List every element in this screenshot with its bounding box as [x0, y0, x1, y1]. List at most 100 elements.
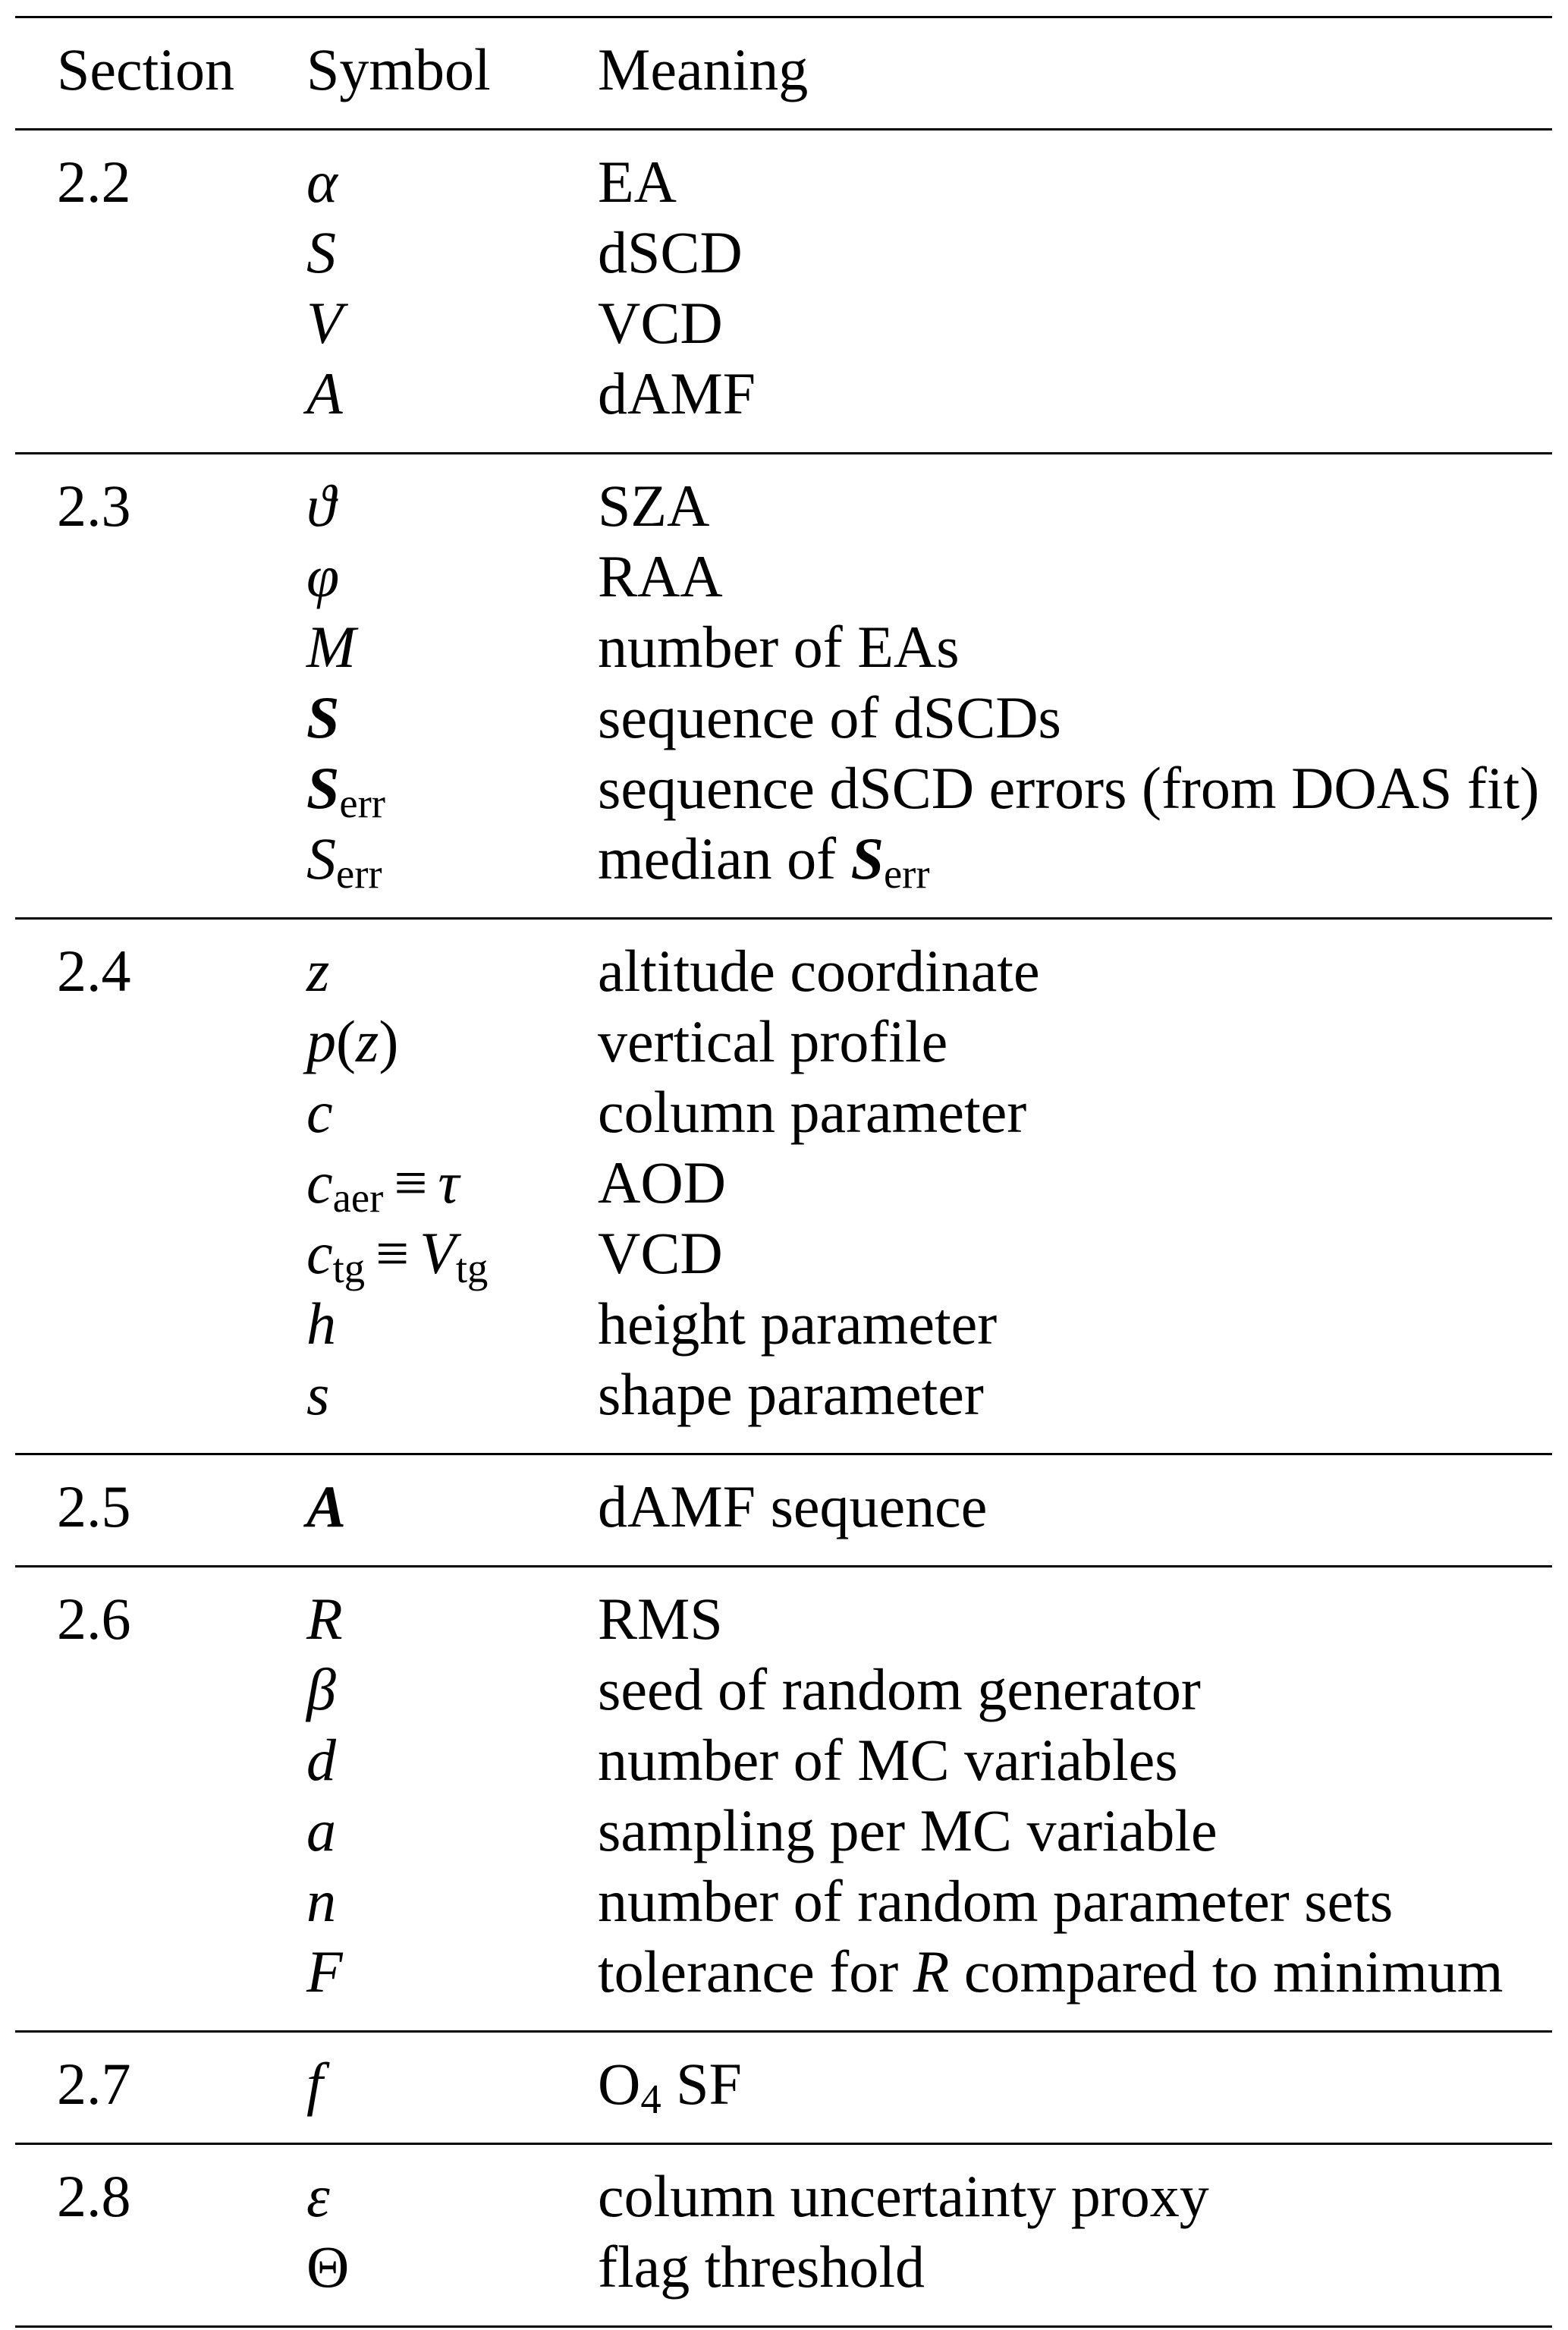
- meaning-cell: AOD: [598, 1147, 726, 1218]
- symbol-cell: z: [306, 935, 329, 1006]
- text-run: S: [306, 825, 336, 891]
- section-number: 2.5: [57, 1473, 131, 1539]
- text-run: Θ: [306, 2234, 350, 2300]
- meaning-cell: sampling per MC variable: [598, 1795, 1218, 1866]
- table-row: c column parameter: [15, 1077, 1552, 1147]
- meaning-cell: tolerance for R compared to minimum: [598, 1936, 1503, 2007]
- text-run: α: [306, 149, 338, 215]
- text-run: n: [306, 1868, 336, 1934]
- section-group-2-2: 2.2 α EA SdSCD V VCD AdAMF: [15, 130, 1552, 452]
- notation-table: Section Symbol Meaning 2.2 α EA SdSCD V VCD Ad…: [15, 16, 1552, 2328]
- section-number: 2.6: [57, 1586, 131, 1652]
- table-row: n number of random parameter sets: [15, 1866, 1552, 1936]
- meaning-cell: column parameter: [598, 1077, 1026, 1147]
- text-run: shape parameter: [598, 1361, 984, 1427]
- table-row: caer ≡ τ AOD: [15, 1147, 1552, 1218]
- subscript: tg: [455, 1245, 489, 1291]
- symbol-cell: β: [306, 1654, 336, 1725]
- symbol-cell: c: [306, 1077, 333, 1147]
- text-run: β: [306, 1656, 336, 1722]
- meaning-cell: sequence of dSCDs: [598, 682, 1061, 753]
- table-row: 2.7 f O4 SF: [15, 2049, 1552, 2122]
- text-run: A: [306, 360, 343, 426]
- symbol-cell: V: [306, 288, 343, 358]
- text-run: F: [306, 1939, 343, 2005]
- section-group-2-5: 2.5 AdAMF sequence: [15, 1455, 1552, 1565]
- text-run: S: [306, 755, 340, 821]
- header-symbol: Symbol: [306, 36, 491, 102]
- text-run: compared to minimum: [949, 1939, 1504, 2005]
- meaning-cell: number of random parameter sets: [598, 1866, 1393, 1936]
- section-number: 2.8: [57, 2163, 131, 2229]
- subscript: err: [336, 851, 382, 897]
- symbol-cell: ε: [306, 2161, 330, 2231]
- text-run: S: [306, 219, 336, 285]
- meaning-cell: number of EAs: [598, 612, 960, 682]
- header-row: Section Symbol Meaning: [15, 34, 1552, 105]
- symbol-cell: d: [306, 1725, 336, 1795]
- symbol-cell: h: [306, 1288, 336, 1359]
- text-run: ϑ: [306, 473, 336, 539]
- meaning-cell: O4 SF: [598, 2049, 742, 2122]
- text-run: a: [306, 1797, 336, 1863]
- text-run: R: [913, 1939, 950, 2005]
- symbol-cell: ctg ≡ Vtg: [306, 1218, 489, 1291]
- table-row: s shape parameter: [15, 1359, 1552, 1429]
- text-run: altitude coordinate: [598, 938, 1040, 1004]
- text-run: c: [306, 1079, 333, 1145]
- text-run: f: [306, 2051, 323, 2117]
- table-row: ctg ≡ Vtg VCD: [15, 1218, 1552, 1291]
- text-run: AOD: [598, 1149, 726, 1215]
- section-group-2-7: 2.7 f O4 SF: [15, 2033, 1552, 2143]
- meaning-cell: RMS: [598, 1583, 723, 1654]
- table-header: Section Symbol Meaning: [15, 18, 1552, 128]
- meaning-cell: column uncertainty proxy: [598, 2161, 1209, 2231]
- text-run: dSCD: [598, 219, 743, 285]
- section-group-2-6: 2.6 R RMS β seed of random generator d number …: [15, 1567, 1552, 2030]
- text-run: V: [419, 1220, 456, 1286]
- table-row: β seed of random generator: [15, 1654, 1552, 1725]
- table-row: a sampling per MC variable: [15, 1795, 1552, 1866]
- meaning-cell: sequence dSCD errors (from DOAS fit): [598, 753, 1539, 823]
- meaning-cell: shape parameter: [598, 1359, 984, 1429]
- text-run: c: [306, 1149, 333, 1215]
- text-run: dAMF: [598, 360, 756, 426]
- text-run: sampling per MC variable: [598, 1797, 1218, 1863]
- text-run: column parameter: [598, 1079, 1027, 1145]
- table-row: SdSCD: [15, 217, 1552, 288]
- section-number: 2.7: [57, 2051, 131, 2117]
- symbol-cell: R: [306, 1583, 343, 1654]
- table-row: 2.2 α EA: [15, 146, 1552, 217]
- table-row: h height parameter: [15, 1288, 1552, 1359]
- symbol-cell: s: [306, 1359, 329, 1429]
- section-number: 2.3: [57, 473, 131, 539]
- section-number: 2.2: [57, 149, 131, 215]
- text-run: c: [306, 1220, 333, 1286]
- meaning-cell: RAA: [598, 541, 723, 612]
- text-run: height parameter: [598, 1291, 998, 1357]
- meaning-cell: altitude coordinate: [598, 935, 1040, 1006]
- text-run: (: [336, 1008, 356, 1074]
- table-bottom-rule: [15, 2325, 1552, 2328]
- text-run: EA: [598, 149, 677, 215]
- text-run: ≡: [394, 1149, 428, 1215]
- subscript: 4: [640, 2076, 661, 2122]
- text-run: S: [306, 684, 340, 750]
- text-run: ≡: [376, 1220, 410, 1286]
- symbol-cell: p(z): [306, 1006, 398, 1077]
- meaning-cell: median of Serr: [598, 823, 930, 895]
- meaning-cell: EA: [598, 146, 677, 217]
- meaning-cell: dAMF: [598, 358, 756, 429]
- meaning-cell: height parameter: [598, 1288, 997, 1359]
- text-run: τ: [438, 1149, 460, 1215]
- text-run: dAMF sequence: [598, 1473, 988, 1539]
- text-run: column uncertainty proxy: [598, 2163, 1209, 2229]
- symbol-cell: Serr: [306, 823, 382, 897]
- text-run: O: [598, 2051, 641, 2117]
- text-run: A: [306, 1473, 347, 1539]
- text-run: RAA: [598, 543, 723, 609]
- text-run: flag threshold: [598, 2234, 925, 2300]
- text-run: vertical profile: [598, 1008, 948, 1074]
- symbol-cell: S: [306, 682, 339, 753]
- text-run: d: [306, 1727, 336, 1793]
